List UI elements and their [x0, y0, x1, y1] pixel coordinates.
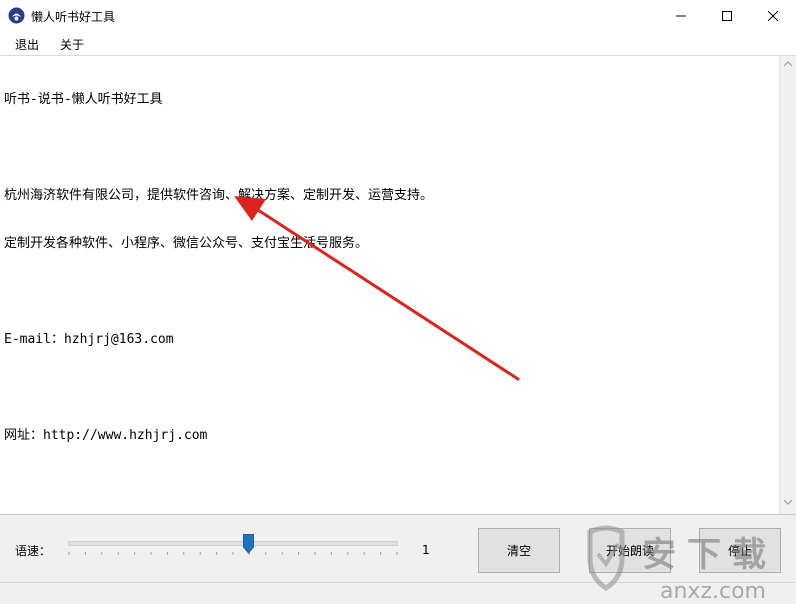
minimize-icon [676, 15, 686, 16]
vertical-scrollbar[interactable] [779, 56, 796, 514]
watermark-logo: 安 下 载 anxz.com [587, 525, 766, 604]
menu-item-about[interactable]: 关于 [60, 36, 84, 53]
slider-thumb[interactable] [242, 534, 254, 554]
text-input-area[interactable]: 听书-说书-懒人听书好工具 ​ 杭州海济软件有限公司，提供软件咨询、解决方案、定… [0, 55, 796, 515]
text-content: 听书-说书-懒人听书好工具 ​ 杭州海济软件有限公司，提供软件咨询、解决方案、定… [4, 60, 774, 476]
watermark-shield-icon [587, 525, 625, 591]
watermark-domain: anxz.com [660, 579, 766, 604]
minimize-button[interactable] [658, 0, 704, 31]
text-line: 杭州海济软件有限公司，提供软件咨询、解决方案、定制开发、运营支持。 [4, 188, 434, 203]
menu-item-exit[interactable]: 退出 [15, 36, 39, 53]
slider-ticks [68, 552, 398, 555]
app-logo-icon [8, 7, 25, 24]
menu-bar: 退出 关于 [0, 31, 796, 55]
maximize-icon [722, 10, 732, 21]
clear-button[interactable]: 清空 [478, 528, 560, 573]
title-bar: 懒人听书好工具 [0, 0, 796, 32]
scroll-up-arrow-icon[interactable] [784, 61, 792, 67]
clear-button-label: 清空 [506, 544, 531, 558]
watermark-char: 安 [642, 535, 676, 575]
speed-value: 1 [422, 543, 430, 557]
text-line: 网址：http://www.hzhjrj.com [4, 428, 208, 443]
text-line: E-mail：hzhjrj@163.com [4, 332, 174, 347]
maximize-button[interactable] [704, 0, 750, 31]
text-line: ​ [4, 380, 774, 396]
text-line: 听书-说书-懒人听书好工具 [4, 92, 163, 107]
speed-label: 语速： [15, 544, 52, 558]
close-icon [768, 10, 778, 21]
watermark-char: 下 [687, 535, 721, 575]
text-line: ​ [4, 140, 774, 156]
text-line: 定制开发各种软件、小程序、微信公众号、支付宝生活号服务。 [4, 236, 369, 251]
speed-slider[interactable] [66, 532, 401, 562]
text-line: ​ [4, 284, 774, 300]
slider-track [68, 541, 398, 546]
close-button[interactable] [750, 0, 796, 31]
watermark-char: 载 [732, 535, 766, 575]
window-title: 懒人听书好工具 [31, 10, 116, 24]
scroll-down-arrow-icon[interactable] [784, 499, 792, 505]
